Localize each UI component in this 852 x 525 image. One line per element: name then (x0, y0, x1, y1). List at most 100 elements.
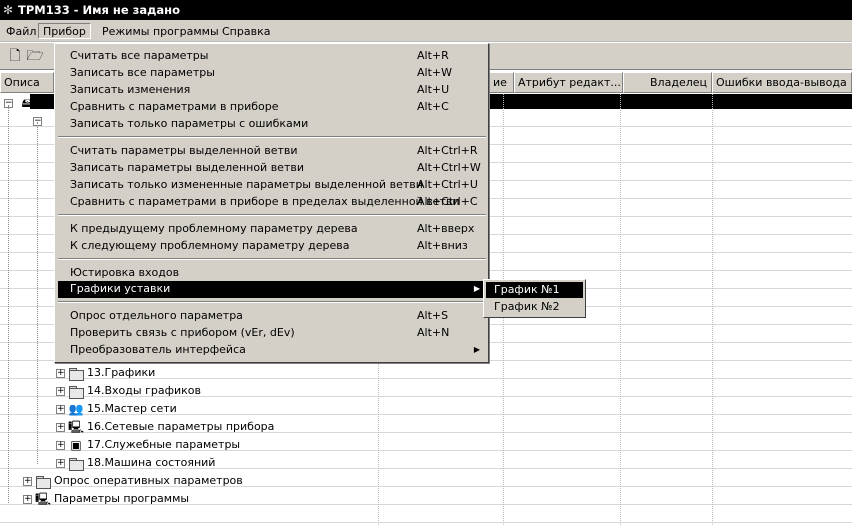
tree-item-program-params[interactable]: + 🖳 Параметры программы (23, 490, 189, 508)
tree-item-label: 15.Мастер сети (87, 402, 177, 415)
folder-icon (68, 367, 84, 381)
setpoint-graphs-submenu: График №1 График №2 (483, 279, 586, 318)
menu-item-label: Графики уставки (70, 282, 171, 295)
menu-item-setpoint-graphs[interactable]: Графики уставки ▶ (58, 281, 486, 298)
menu-program-modes[interactable]: Режимы программы (98, 24, 223, 40)
menu-item-shortcut: Alt+W (417, 66, 452, 79)
menu-item-label: Записать только параметры с ошибками (70, 117, 309, 130)
menu-item-check-connection[interactable]: Проверить связь с прибором (vEr, dEv) Alt… (58, 325, 486, 342)
computer-icon: 🖳 (68, 419, 85, 434)
tree-item-graph-inputs[interactable]: +14.Входы графиков (56, 382, 201, 400)
menu-item-shortcut: Alt+Ctrl+C (417, 195, 478, 208)
folder-icon (35, 475, 51, 489)
menu-item-label: К предыдущему проблемному параметру дере… (70, 222, 358, 235)
menu-item-label: Опрос отдельного параметра (70, 309, 243, 322)
menu-separator (58, 301, 486, 303)
expand-icon[interactable]: + (56, 386, 65, 396)
menu-item-read-all[interactable]: Считать все параметры Alt+R (58, 48, 486, 65)
menu-item-label: Записать параметры выделенной ветви (70, 161, 304, 174)
network-icon: 👥 (68, 401, 84, 416)
col-io-errors[interactable]: Ошибки ввода-вывода (712, 72, 852, 93)
tree-item-label: Параметры программы (54, 492, 190, 505)
tree-line (37, 122, 38, 464)
menu-item-shortcut: Alt+вниз (417, 239, 468, 252)
menu-item-input-calibration[interactable]: Юстировка входов (58, 265, 486, 282)
menu-item-label: Записать изменения (70, 83, 191, 96)
new-document-icon[interactable]: 🗋 (6, 47, 24, 65)
menu-item-label: Юстировка входов (70, 266, 180, 279)
menu-file[interactable]: Файл (2, 24, 40, 40)
menu-help[interactable]: Справка (218, 24, 274, 40)
menu-separator (58, 214, 486, 216)
tree-item-label: 13.Графики (87, 366, 156, 379)
menu-item-shortcut: Alt+Ctrl+U (417, 178, 478, 191)
expand-icon[interactable]: + (56, 458, 65, 468)
menu-item-prev-problem[interactable]: К предыдущему проблемному параметру дере… (58, 221, 486, 238)
settings-icon: ▣ (70, 437, 82, 452)
menu-item-shortcut: Alt+U (417, 83, 450, 96)
menu-item-label: К следующему проблемному параметру дерев… (70, 239, 350, 252)
menu-item-shortcut: Alt+C (417, 100, 449, 113)
menu-item-label: Преобразователь интерфейса (70, 343, 246, 356)
folder-icon (68, 457, 84, 471)
menu-item-label: Сравнить с параметрами в приборе (70, 100, 279, 113)
menu-item-label: Сравнить с параметрами в приборе в преде… (70, 195, 460, 208)
col-description[interactable]: Описа (0, 72, 54, 93)
menu-item-shortcut: Alt+R (417, 49, 449, 62)
menu-separator (58, 258, 486, 260)
expand-icon[interactable]: + (23, 494, 32, 504)
tree-item-network-params[interactable]: + 🖳 16.Сетевые параметры прибора (56, 418, 274, 436)
expand-icon[interactable]: + (56, 422, 65, 432)
title-bar: ✻ ТРМ133 - Имя не задано (0, 0, 852, 20)
computer-icon: 🖳 (35, 491, 52, 506)
menu-item-write-changed-branch[interactable]: Записать только измененные параметры выд… (58, 177, 486, 194)
menu-item-interface-converter[interactable]: Преобразователь интерфейса ▶ (58, 342, 486, 359)
tree-item-state-machine[interactable]: +18.Машина состояний (56, 454, 215, 472)
expand-icon[interactable]: + (56, 368, 65, 378)
expand-icon[interactable]: + (56, 440, 65, 450)
menu-bar: Файл Прибор Режимы программы Справка (0, 20, 852, 42)
menu-item-shortcut: Alt+Ctrl+W (417, 161, 481, 174)
submenu-item-graph-1[interactable]: График №1 (486, 282, 583, 298)
menu-item-label: Проверить связь с прибором (vEr, dEv) (70, 326, 295, 339)
folder-icon (68, 385, 84, 399)
tree-root[interactable]: − 🖴 (4, 94, 39, 112)
tree-item-graphs[interactable]: +13.Графики (56, 364, 155, 382)
menu-item-read-branch[interactable]: Считать параметры выделенной ветви Alt+Ct… (58, 143, 486, 160)
device-menu: Считать все параметры Alt+R Записать все … (54, 43, 489, 363)
menu-item-label: Записать все параметры (70, 66, 215, 79)
menu-item-compare-branch[interactable]: Сравнить с параметрами в приборе в преде… (58, 194, 486, 211)
expand-icon[interactable]: + (56, 404, 65, 414)
tree-node[interactable]: − (33, 112, 45, 130)
col-value[interactable]: ие (489, 72, 514, 93)
menu-item-write-branch[interactable]: Записать параметры выделенной ветви Alt+C… (58, 160, 486, 177)
tree-item-label: 17.Служебные параметры (87, 438, 241, 451)
tree-item-service-params[interactable]: + ▣ 17.Служебные параметры (56, 436, 240, 454)
menu-item-shortcut: Alt+вверх (417, 222, 475, 235)
menu-separator (58, 136, 486, 138)
expand-icon[interactable]: + (23, 476, 32, 486)
submenu-arrow-icon: ▶ (473, 345, 480, 354)
tree-item-label: 16.Сетевые параметры прибора (87, 420, 275, 433)
menu-item-poll-parameter[interactable]: Опрос отдельного параметра Alt+S (58, 308, 486, 325)
tree-item-polling[interactable]: + Опрос оперативных параметров (23, 472, 243, 490)
tree-item-label: 18.Машина состояний (87, 456, 216, 469)
gear-icon: ✻ (3, 3, 14, 17)
menu-item-write-all[interactable]: Записать все параметры Alt+W (58, 65, 486, 82)
menu-item-next-problem[interactable]: К следующему проблемному параметру дерев… (58, 238, 486, 255)
menu-item-shortcut: Alt+Ctrl+R (417, 144, 478, 157)
menu-item-write-errors[interactable]: Записать только параметры с ошибками (58, 116, 486, 133)
menu-item-write-changes[interactable]: Записать изменения Alt+U (58, 82, 486, 99)
open-folder-icon[interactable]: 🗁 (26, 47, 44, 65)
col-owner[interactable]: Владелец (623, 72, 712, 93)
menu-item-compare[interactable]: Сравнить с параметрами в приборе Alt+C (58, 99, 486, 116)
menu-item-shortcut: Alt+S (417, 309, 449, 322)
submenu-item-graph-2[interactable]: График №2 (486, 299, 583, 315)
menu-device[interactable]: Прибор (38, 23, 91, 39)
menu-item-label: Считать все параметры (70, 49, 209, 62)
col-edit-attribute[interactable]: Атрибут редакт... (514, 72, 623, 93)
menu-item-label: Записать только измененные параметры выд… (70, 178, 423, 191)
tree-item-label: 14.Входы графиков (87, 384, 201, 397)
submenu-arrow-icon: ▶ (473, 284, 480, 293)
tree-item-network-master[interactable]: + 👥 15.Мастер сети (56, 400, 177, 418)
